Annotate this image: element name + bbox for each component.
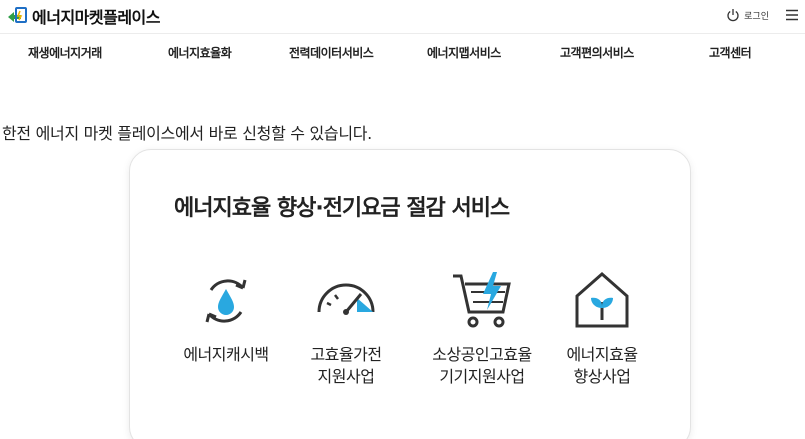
hamburger-menu-icon[interactable] xyxy=(785,8,799,22)
service-label: 소상공인고효율 기기지원사업 xyxy=(432,345,532,386)
service-energy-cashback[interactable]: 에너지캐시백 xyxy=(156,268,296,366)
login-button[interactable]: 로그인 xyxy=(726,8,769,22)
nav-customer-service[interactable]: 고객편의서비스 xyxy=(560,44,634,61)
logo-icon xyxy=(8,7,27,23)
nav-renewable-trade[interactable]: 재생에너지거래 xyxy=(28,44,102,61)
site-logo[interactable]: 에너지마켓플레이스 xyxy=(6,4,160,28)
service-high-efficiency-appliance[interactable]: 고효율가전 지원사업 xyxy=(276,268,416,388)
service-label: 고효율가전 지원사업 xyxy=(310,345,382,386)
service-label: 에너지캐시백 xyxy=(183,345,269,364)
power-icon xyxy=(727,9,739,22)
service-small-business-equipment[interactable]: 소상공인고효율 기기지원사업 xyxy=(412,268,552,388)
service-label: 에너지효율 향상사업 xyxy=(566,345,638,386)
logo-text: 에너지마켓플레이스 xyxy=(32,8,160,27)
nav-power-data-service[interactable]: 전력데이터서비스 xyxy=(289,44,374,61)
nav-energy-map-service[interactable]: 에너지맵서비스 xyxy=(427,44,501,61)
house-sprout-icon xyxy=(575,272,629,328)
nav-energy-efficiency[interactable]: 에너지효율화 xyxy=(168,44,232,61)
service-card: 에너지효율 향상·전기요금 절감 서비스 에너지캐시백 고효율가전 지원사업 소… xyxy=(129,149,691,439)
gauge-icon xyxy=(317,283,375,315)
cart-lightning-icon xyxy=(453,272,511,328)
login-label: 로그인 xyxy=(744,11,769,22)
nav-customer-center[interactable]: 고객센터 xyxy=(709,44,752,61)
top-bar: 에너지마켓플레이스 로그인 xyxy=(0,0,805,34)
service-energy-efficiency-improvement[interactable]: 에너지효율 향상사업 xyxy=(532,268,672,388)
intro-text: 한전 에너지 마켓 플레이스에서 바로 신청할 수 있습니다. xyxy=(2,124,372,143)
water-drop-cycle-icon xyxy=(205,279,247,323)
main-navigation: 재생에너지거래 에너지효율화 전력데이터서비스 에너지맵서비스 고객편의서비스 … xyxy=(0,44,805,68)
card-title: 에너지효율 향상·전기요금 절감 서비스 xyxy=(174,196,510,221)
